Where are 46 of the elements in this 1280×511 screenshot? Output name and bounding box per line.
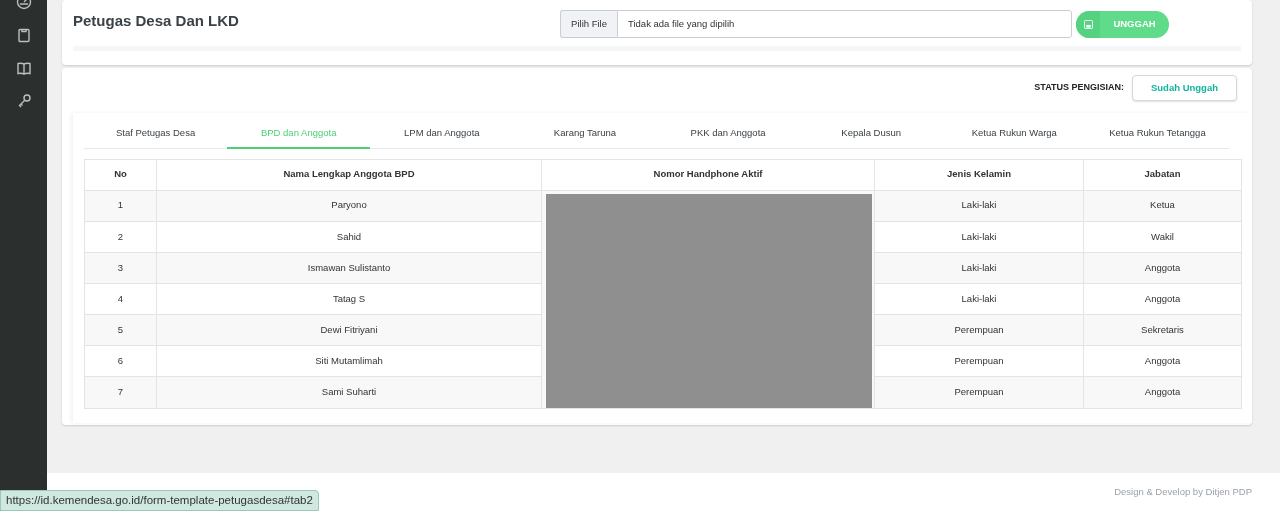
- page-title: Petugas Desa Dan LKD: [73, 11, 239, 31]
- tab[interactable]: Ketua Rukun Warga: [942, 121, 1086, 149]
- table-cell: Perempuan: [874, 376, 1084, 408]
- table-cell: Laki-laki: [874, 190, 1084, 222]
- tab[interactable]: Kepala Dusun: [799, 121, 943, 149]
- column-header: Nomor Handphone Aktif: [541, 159, 875, 190]
- tab[interactable]: Ketua Rukun Tetangga: [1085, 121, 1229, 149]
- column-header: Jenis Kelamin: [874, 159, 1084, 190]
- table-cell: Ketua: [1083, 190, 1242, 222]
- table-cell: 2: [84, 221, 157, 253]
- table-cell: Sami Suharti: [156, 376, 542, 408]
- table-cell: Wakil: [1083, 221, 1242, 253]
- table-cell: Laki-laki: [874, 221, 1084, 253]
- table-cell: 6: [84, 345, 157, 377]
- file-name-field[interactable]: Tidak ada file yang dipilih: [617, 10, 1072, 39]
- column-header: No: [84, 159, 157, 190]
- table-cell: Anggota: [1083, 283, 1242, 315]
- table-cell: 5: [84, 314, 157, 346]
- tab[interactable]: PKK dan Anggota: [656, 121, 800, 149]
- choose-file-button[interactable]: Pilih File: [560, 10, 617, 39]
- table-cell: Anggota: [1083, 252, 1242, 284]
- table-cell: 4: [84, 283, 157, 315]
- table-cell: Perempuan: [874, 314, 1084, 346]
- save-icon: [1083, 19, 1093, 29]
- column-header: Nama Lengkap Anggota BPD: [156, 159, 542, 190]
- table-cell: 3: [84, 252, 157, 284]
- tab[interactable]: Karang Taruna: [513, 121, 657, 149]
- book-icon[interactable]: [15, 60, 32, 76]
- table-cell: Paryono: [156, 190, 542, 222]
- column-header: Jabatan: [1083, 159, 1242, 190]
- credit-text: Design & Develop by Ditjen PDP: [1114, 484, 1252, 499]
- status-label: STATUS PENGISIAN:: [1034, 81, 1124, 95]
- table-cell: Laki-laki: [874, 283, 1084, 315]
- table-cell: 7: [84, 376, 157, 408]
- table-cell: Ismawan Sulistanto: [156, 252, 542, 284]
- tab[interactable]: LPM dan Anggota: [370, 121, 514, 149]
- status-bar-url: https://id.kemendesa.go.id/form-template-petugasdesa#tab2: [0, 489, 319, 511]
- table-cell: Anggota: [1083, 376, 1242, 408]
- table-cell: 1: [84, 190, 157, 222]
- table-cell: Anggota: [1083, 345, 1242, 377]
- tab[interactable]: Staf Petugas Desa: [84, 121, 228, 149]
- table-cell: Dewi Fitriyani: [156, 314, 542, 346]
- table-cell: Laki-laki: [874, 252, 1084, 284]
- clipboard-icon[interactable]: [15, 27, 32, 43]
- table-cell: Sekretaris: [1083, 314, 1242, 346]
- table-cell: Perempuan: [874, 345, 1084, 377]
